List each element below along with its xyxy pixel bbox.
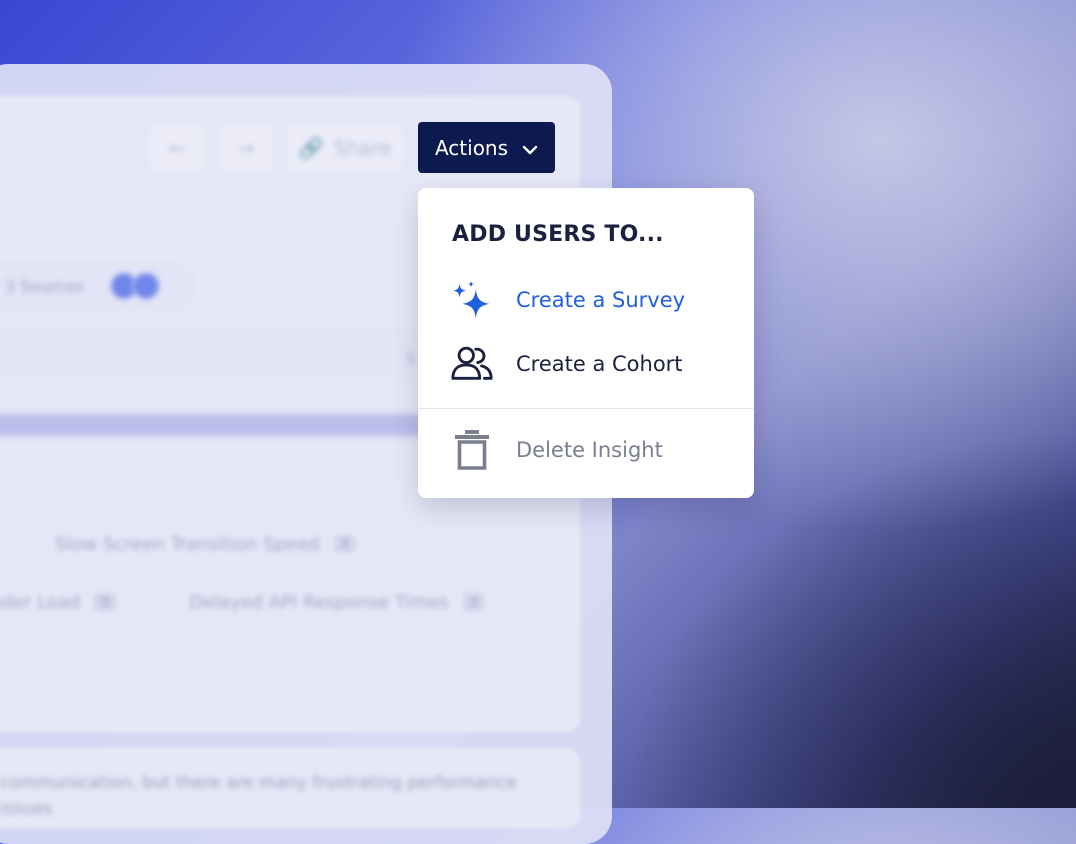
create-survey-menu-item[interactable]: Create a Survey <box>450 276 730 324</box>
arrow-right-icon: → <box>237 136 255 160</box>
tag-chip[interactable]: Under Load 3 <box>0 582 134 622</box>
menu-item-label: Create a Cohort <box>516 352 683 376</box>
users-icon <box>450 342 494 386</box>
delete-insight-menu-item[interactable]: Delete Insight <box>450 426 730 474</box>
sources-label: 3 Sources <box>5 276 84 296</box>
arrow-left-icon: ← <box>168 136 186 160</box>
link-icon: 🔗 <box>298 136 324 160</box>
sparkles-icon <box>450 278 494 322</box>
chip-label: Under Load <box>0 591 81 613</box>
chevron-down-icon <box>522 136 538 160</box>
menu-item-label: Delete Insight <box>516 438 663 462</box>
forward-button[interactable]: → <box>218 122 274 174</box>
menu-heading: ADD USERS TO... <box>452 222 664 247</box>
avatar <box>131 272 160 300</box>
chip-label: Slow Screen Transition Speed <box>55 533 320 555</box>
sources-pill[interactable]: 3 Sources <box>0 264 194 308</box>
menu-item-label: Create a Survey <box>516 288 686 312</box>
column-label: S <box>406 352 415 368</box>
chip-count: 3 <box>333 535 356 553</box>
actions-dropdown-menu: ADD USERS TO... Create a Survey Create a… <box>418 188 754 498</box>
chip-label: Delayed API Response Times <box>189 591 449 613</box>
actions-label: Actions <box>434 135 509 160</box>
share-button[interactable]: 🔗 Share <box>286 122 404 174</box>
chip-count: 3 <box>94 593 117 611</box>
insight-summary-text: communication, but there are many frustr… <box>0 773 517 819</box>
create-cohort-menu-item[interactable]: Create a Cohort <box>450 340 730 388</box>
share-label: Share <box>333 136 392 160</box>
trash-icon <box>450 428 494 472</box>
tag-chip[interactable]: Slow Screen Transition Speed 3 <box>38 524 373 564</box>
back-button[interactable]: ← <box>148 122 206 174</box>
chip-count: 3 <box>462 593 485 611</box>
tag-chip[interactable]: Delayed API Response Times 3 <box>172 582 502 622</box>
menu-divider <box>418 408 754 409</box>
actions-button[interactable]: Actions <box>418 122 555 173</box>
source-avatars <box>109 272 160 300</box>
